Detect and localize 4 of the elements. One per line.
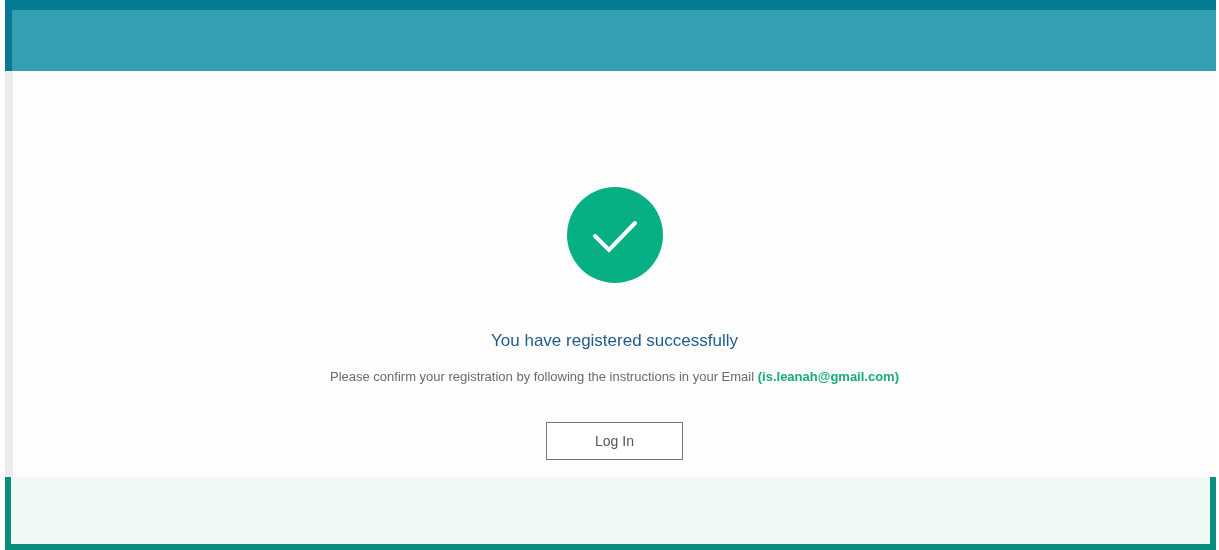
success-title: You have registered successfully (491, 331, 738, 351)
login-button[interactable]: Log In (546, 422, 683, 460)
check-icon (566, 187, 663, 283)
confirmation-message: Please confirm your registration by following the instructions in your Email (is.leanah@gmail.com) (330, 369, 899, 384)
